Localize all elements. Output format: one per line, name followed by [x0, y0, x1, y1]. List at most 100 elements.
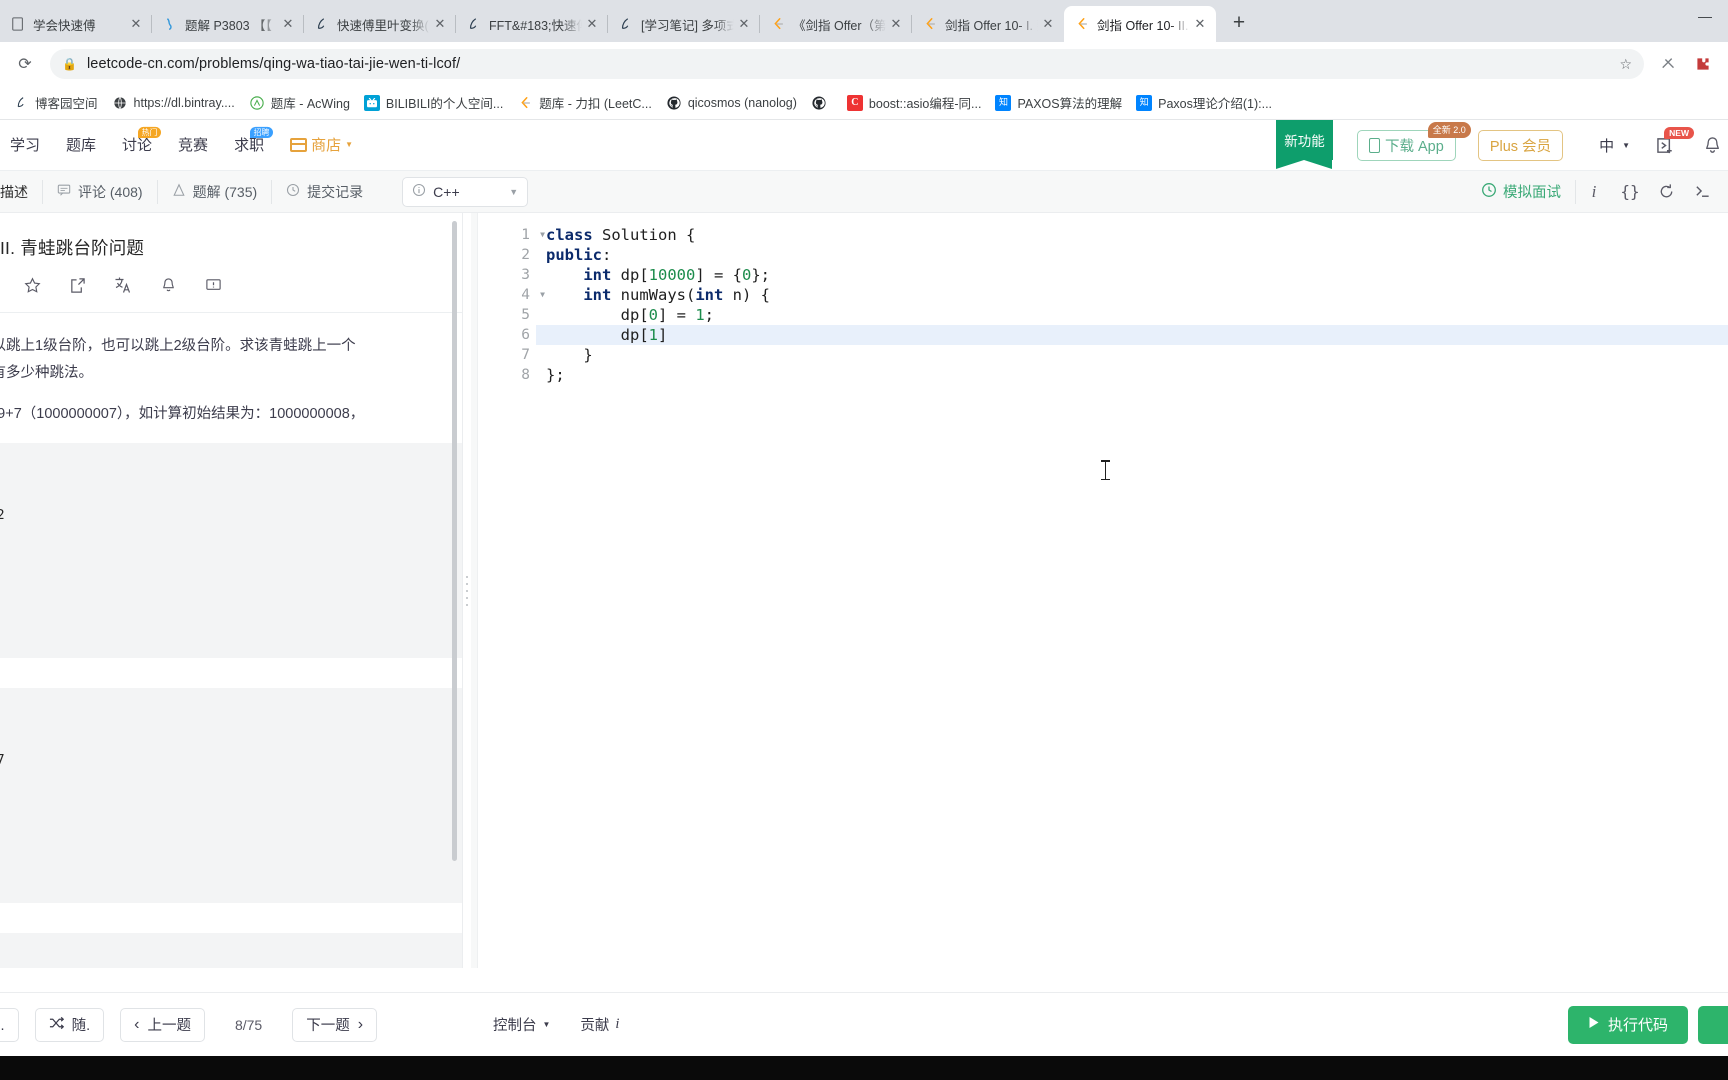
close-icon[interactable]: ✕: [734, 14, 754, 34]
code-token: dp[: [546, 306, 649, 324]
line-num-text: 8: [521, 367, 530, 383]
cnblogs-icon: [618, 16, 634, 32]
reset-icon[interactable]: [1648, 176, 1684, 208]
nav-item-jobs[interactable]: 求职 招聘: [234, 126, 274, 153]
console-prompt-icon[interactable]: [1684, 176, 1720, 208]
format-braces-icon[interactable]: {}: [1612, 176, 1648, 208]
bilibili-icon: [363, 94, 380, 111]
bookmark-item[interactable]: https://dl.bintray....: [105, 90, 242, 116]
problem-list-button[interactable]: 目...: [0, 1007, 19, 1042]
close-icon[interactable]: ✕: [886, 14, 906, 34]
bookmark-item[interactable]: 知 Paxos理论介绍(1):...: [1129, 90, 1279, 116]
browser-tab-active[interactable]: 剑指 Offer 10- II. ✕: [1064, 6, 1216, 42]
nav-item-problems[interactable]: 题库: [66, 138, 96, 153]
code-line[interactable]: dp[0] = 1;: [536, 305, 1728, 325]
bookmark-item[interactable]: 题库 - 力扣 (LeetC...: [510, 90, 659, 116]
nav-item-discuss[interactable]: 讨论 热门: [122, 126, 162, 153]
star-icon[interactable]: [24, 276, 41, 298]
phone-icon: [1368, 137, 1380, 153]
feedback-icon[interactable]: [205, 277, 222, 298]
language-dropdown[interactable]: C++ ▼: [402, 176, 529, 207]
invite-friend-icon[interactable]: NEW: [1656, 126, 1694, 155]
tab-description[interactable]: 描述: [0, 171, 42, 212]
tab-submissions[interactable]: 提交记录: [272, 171, 377, 212]
bookmark-item[interactable]: 题库 - AcWing: [242, 90, 357, 116]
reload-icon[interactable]: ⟳: [8, 47, 42, 81]
browser-tab[interactable]: 剑指 Offer 10- I. 斐 ✕: [912, 6, 1064, 42]
random-problem-button[interactable]: 随.: [34, 1007, 105, 1042]
code-line[interactable]: };: [536, 365, 1728, 385]
globe-icon: [112, 95, 128, 111]
bookmark-item-extra[interactable]: [804, 90, 840, 116]
nav-item-study[interactable]: 学习: [10, 138, 40, 153]
bookmark-item[interactable]: 知 PAXOS算法的理解: [988, 90, 1129, 116]
prev-problem-button[interactable]: ‹ 上一题: [120, 1007, 205, 1042]
code-text-area[interactable]: class Solution {public: int dp[10000] = …: [536, 213, 1728, 968]
submit-button[interactable]: [1698, 1005, 1728, 1044]
download-app-button[interactable]: 下载 App 全新 2.0: [1356, 121, 1471, 161]
puzzle-extension-icon[interactable]: [1686, 47, 1720, 81]
code-editor-pane: 1 ▼ 2 3 4 ▼ 5 6 7 8 class Solution {public…: [471, 213, 1728, 968]
new-tab-button[interactable]: +: [1222, 6, 1256, 40]
browser-tab[interactable]: 学会快速傅 ✕: [0, 6, 152, 42]
chevron-down-icon: ▼: [345, 140, 354, 149]
translate-icon[interactable]: [114, 276, 132, 298]
close-icon[interactable]: ✕: [278, 14, 298, 34]
notification-bell-icon[interactable]: [1703, 136, 1722, 155]
address-bar[interactable]: 🔒 leetcode-cn.com/problems/qing-wa-tiao-…: [50, 49, 1644, 79]
tab-solutions[interactable]: 题解 (735): [158, 171, 272, 212]
browser-tab[interactable]: [学习笔记] 多项式 ✕: [608, 6, 760, 42]
editor-left-rail: [471, 213, 478, 968]
code-editor[interactable]: 1 ▼ 2 3 4 ▼ 5 6 7 8 class Solution {public…: [471, 213, 1728, 968]
example-block-3: n = 0 1: [0, 933, 462, 968]
bell-icon[interactable]: [160, 277, 177, 298]
code-line[interactable]: dp[1]: [536, 325, 1728, 345]
tab-title: FFT&#183;快速傅: [489, 18, 582, 33]
bookmark-item[interactable]: qicosmos (nanolog): [659, 90, 804, 116]
store-icon: [290, 138, 308, 152]
minimize-icon[interactable]: —: [1682, 0, 1728, 32]
close-icon[interactable]: ✕: [126, 14, 146, 34]
browser-tab[interactable]: FFT&#183;快速傅 ✕: [456, 6, 608, 42]
code-line[interactable]: public:: [536, 245, 1728, 265]
code-token: 10000: [648, 266, 696, 284]
plus-member-button[interactable]: Plus 会员: [1477, 129, 1564, 161]
share-icon[interactable]: [69, 277, 86, 298]
bookmark-item[interactable]: BILIBILI的个人空间...: [357, 90, 510, 116]
code-line[interactable]: int numWays(int n) {: [536, 285, 1728, 305]
info-italic-icon[interactable]: i: [1576, 176, 1612, 208]
bookmark-label: https://dl.bintray....: [133, 95, 235, 110]
bookmark-item[interactable]: 博客园空间: [6, 90, 105, 116]
line-num-text: 2: [521, 247, 530, 263]
shuffle-icon: [49, 1016, 64, 1034]
browser-tab[interactable]: 《剑指 Offer（第 ✕: [760, 6, 912, 42]
extension-icon[interactable]: [1652, 47, 1686, 81]
description-scroll[interactable]: er 10- II. 青蛙跳台阶问题 104: [0, 213, 462, 968]
new-feature-ribbon[interactable]: 新功能: [1275, 119, 1333, 169]
close-icon[interactable]: ✕: [430, 14, 450, 34]
pane-splitter[interactable]: [463, 213, 471, 968]
close-icon[interactable]: ✕: [1190, 14, 1210, 34]
bottom-center-group: 控制台 ▼ 贡献 i: [463, 1014, 619, 1035]
nav-item-store[interactable]: 商店 ▼: [290, 138, 353, 153]
contribute-button[interactable]: 贡献 i: [580, 1014, 619, 1035]
browser-tab[interactable]: 题解 P3803 【【 ✕: [152, 6, 304, 42]
language-selector[interactable]: 中 ▼: [1599, 135, 1630, 156]
run-code-button[interactable]: 执行代码: [1567, 1005, 1688, 1044]
tab-title: 学会快速傅: [33, 18, 96, 33]
next-problem-button[interactable]: 下一题 ›: [292, 1007, 378, 1042]
browser-tab[interactable]: 快速傅里叶变换(F ✕: [304, 6, 456, 42]
bookmark-item[interactable]: C boost::asio编程-同...: [840, 90, 989, 116]
line-number-gutter: 1 ▼ 2 3 4 ▼ 5 6 7 8: [478, 213, 545, 968]
code-line[interactable]: int dp[10000] = {0};: [536, 265, 1728, 285]
nav-item-contest[interactable]: 竞赛: [178, 138, 208, 153]
code-line[interactable]: class Solution {: [536, 225, 1728, 245]
close-icon[interactable]: ✕: [582, 14, 602, 34]
mock-interview-button[interactable]: 模拟面试: [1481, 181, 1561, 202]
tab-comments[interactable]: 评论 (408): [43, 171, 157, 212]
console-toggle[interactable]: 控制台 ▼: [493, 1014, 550, 1035]
description-scrollbar[interactable]: [452, 221, 457, 861]
code-line[interactable]: }: [536, 345, 1728, 365]
close-icon[interactable]: ✕: [1038, 14, 1058, 34]
bookmark-star-icon[interactable]: ☆: [1619, 56, 1632, 73]
